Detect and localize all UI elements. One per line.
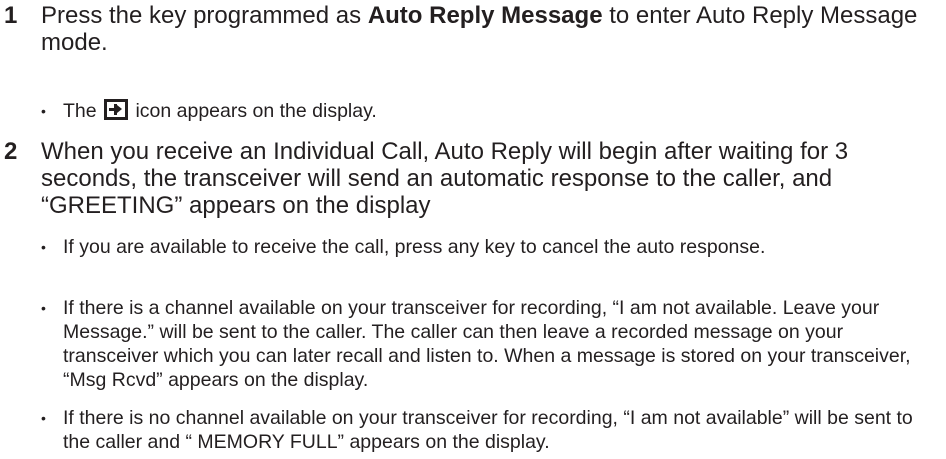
bullet-dot: • xyxy=(41,300,46,316)
auto-reply-icon xyxy=(104,99,129,120)
key-name: Auto Reply Message xyxy=(367,2,603,29)
step-text: Press the key programmed as Auto Reply M… xyxy=(41,2,918,56)
bullet-dot: • xyxy=(41,103,46,119)
step-number: 2 xyxy=(4,138,18,165)
bullet-dot: • xyxy=(41,239,46,255)
bullet-dot: • xyxy=(41,410,46,426)
step-number: 1 xyxy=(4,2,18,29)
step-text: When you receive an Individual Call, Aut… xyxy=(41,138,849,219)
